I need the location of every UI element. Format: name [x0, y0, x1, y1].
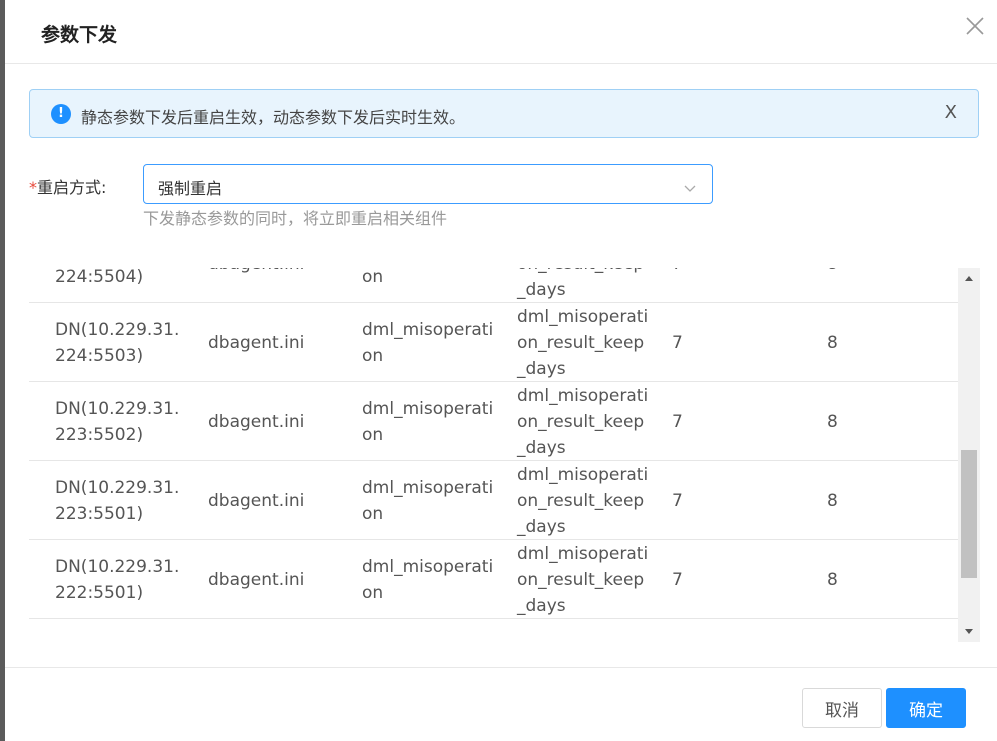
- scroll-up-arrow-icon[interactable]: [958, 268, 980, 290]
- new-value-cell: 8: [827, 569, 838, 590]
- dialog-footer: 取消 确定: [5, 667, 997, 741]
- new-value-cell: 8: [827, 490, 838, 511]
- current-value-cell: 7: [672, 268, 772, 303]
- table-row: DN(10.229.31. 224:5503) dbagent.ini dml_mi…: [29, 303, 959, 382]
- instance-cell: DN(10.229.31. 222:5501): [55, 556, 180, 603]
- current-value-cell: 7: [672, 332, 683, 353]
- chevron-down-icon: [684, 179, 696, 192]
- config-file-cell: dbagent.ini: [208, 569, 305, 590]
- instance-cell: DN(10.229.31. 223:5502): [55, 398, 180, 445]
- section-cell: dml_misoperati on: [362, 319, 494, 366]
- dialog-header: 参数下发: [5, 0, 997, 64]
- parameter-name-cell: dml_misoperati on_result_keep _days: [517, 464, 649, 537]
- table-row: DN(10.229.31. 223:5502) dbagent.ini dml_mi…: [29, 382, 959, 461]
- section-cell: dml_misoperati on: [362, 556, 494, 603]
- config-file-cell: dbagent.ini: [208, 490, 305, 511]
- section-cell: dml_misoperati on: [362, 477, 494, 524]
- restart-mode-label-text: 重启方式:: [37, 178, 107, 197]
- restart-mode-label: *重启方式:: [29, 174, 106, 198]
- parameter-name-cell: dml_misoperati on_result_keep _days: [517, 268, 644, 300]
- current-value-cell: 7: [672, 490, 683, 511]
- config-file-cell: dbagent.ini: [208, 411, 305, 432]
- alert-message: 静态参数下发后重启生效，动态参数下发后实时生效。: [81, 108, 466, 127]
- parameter-dialog: 参数下发 ! 静态参数下发后重启生效，动态参数下发后实时生效。 X *重启方式:…: [5, 0, 997, 741]
- new-value-cell: [827, 619, 927, 642]
- parameter-name-cell: dml_misoperati on_result_keep _days: [517, 306, 649, 379]
- section-cell: dml_misoperati on: [362, 398, 494, 445]
- cancel-button[interactable]: 取消: [802, 688, 882, 728]
- new-value-cell: 8: [827, 332, 838, 353]
- scroll-down-arrow-icon[interactable]: [958, 620, 980, 642]
- config-file-cell: dbagent.ini: [208, 332, 305, 353]
- alert-close-button[interactable]: X: [945, 102, 957, 123]
- current-value-cell: 7: [672, 569, 683, 590]
- current-value-cell: [672, 619, 772, 642]
- table-row: DN(10.229.31. 224:5504) dbagent.ini dml_mi…: [29, 268, 959, 303]
- scrollbar-thumb[interactable]: [961, 450, 977, 578]
- instance-cell: [55, 619, 195, 642]
- table-body: DN(10.229.31. 224:5504) dbagent.ini dml_mi…: [29, 268, 959, 642]
- parameter-name-cell: dml_misoperati: [517, 619, 657, 642]
- table-row: DN(10.229.31. 222:5501) dbagent.ini dml_mi…: [29, 540, 959, 619]
- section-cell: [362, 619, 502, 642]
- parameter-name-cell: dml_misoperati on_result_keep _days: [517, 543, 649, 616]
- new-value-cell: 8: [827, 268, 927, 303]
- table-row: DN(10.229.31. 223:5501) dbagent.ini dml_mi…: [29, 461, 959, 540]
- info-alert: ! 静态参数下发后重启生效，动态参数下发后实时生效。 X: [29, 89, 979, 138]
- dialog-close-icon[interactable]: [963, 14, 987, 38]
- instance-cell: DN(10.229.31. 224:5504): [55, 268, 144, 287]
- dialog-title: 参数下发: [41, 24, 118, 46]
- restart-mode-select[interactable]: 强制重启: [143, 164, 713, 204]
- instance-cell: DN(10.229.31. 223:5501): [55, 477, 180, 524]
- parameter-table: DN(10.229.31. 224:5504) dbagent.ini dml_mi…: [29, 268, 959, 642]
- instance-cell: DN(10.229.31. 224:5503): [55, 319, 180, 366]
- current-value-cell: 7: [672, 411, 683, 432]
- config-file-cell: dbagent.ini: [208, 268, 348, 303]
- section-cell: dml_misoperati on: [362, 268, 384, 287]
- table-scrollbar[interactable]: [958, 268, 980, 642]
- info-icon: !: [51, 104, 71, 124]
- confirm-button[interactable]: 确定: [886, 688, 966, 728]
- required-mark: *: [29, 178, 37, 197]
- parameter-name-cell: dml_misoperati on_result_keep _days: [517, 385, 649, 458]
- config-file-cell: [208, 619, 348, 642]
- new-value-cell: 8: [827, 411, 838, 432]
- table-row: dml_misoperati: [29, 619, 959, 642]
- restart-mode-hint: 下发静态参数的同时，将立即重启相关组件: [143, 209, 448, 228]
- restart-mode-value: 强制重启: [158, 179, 223, 198]
